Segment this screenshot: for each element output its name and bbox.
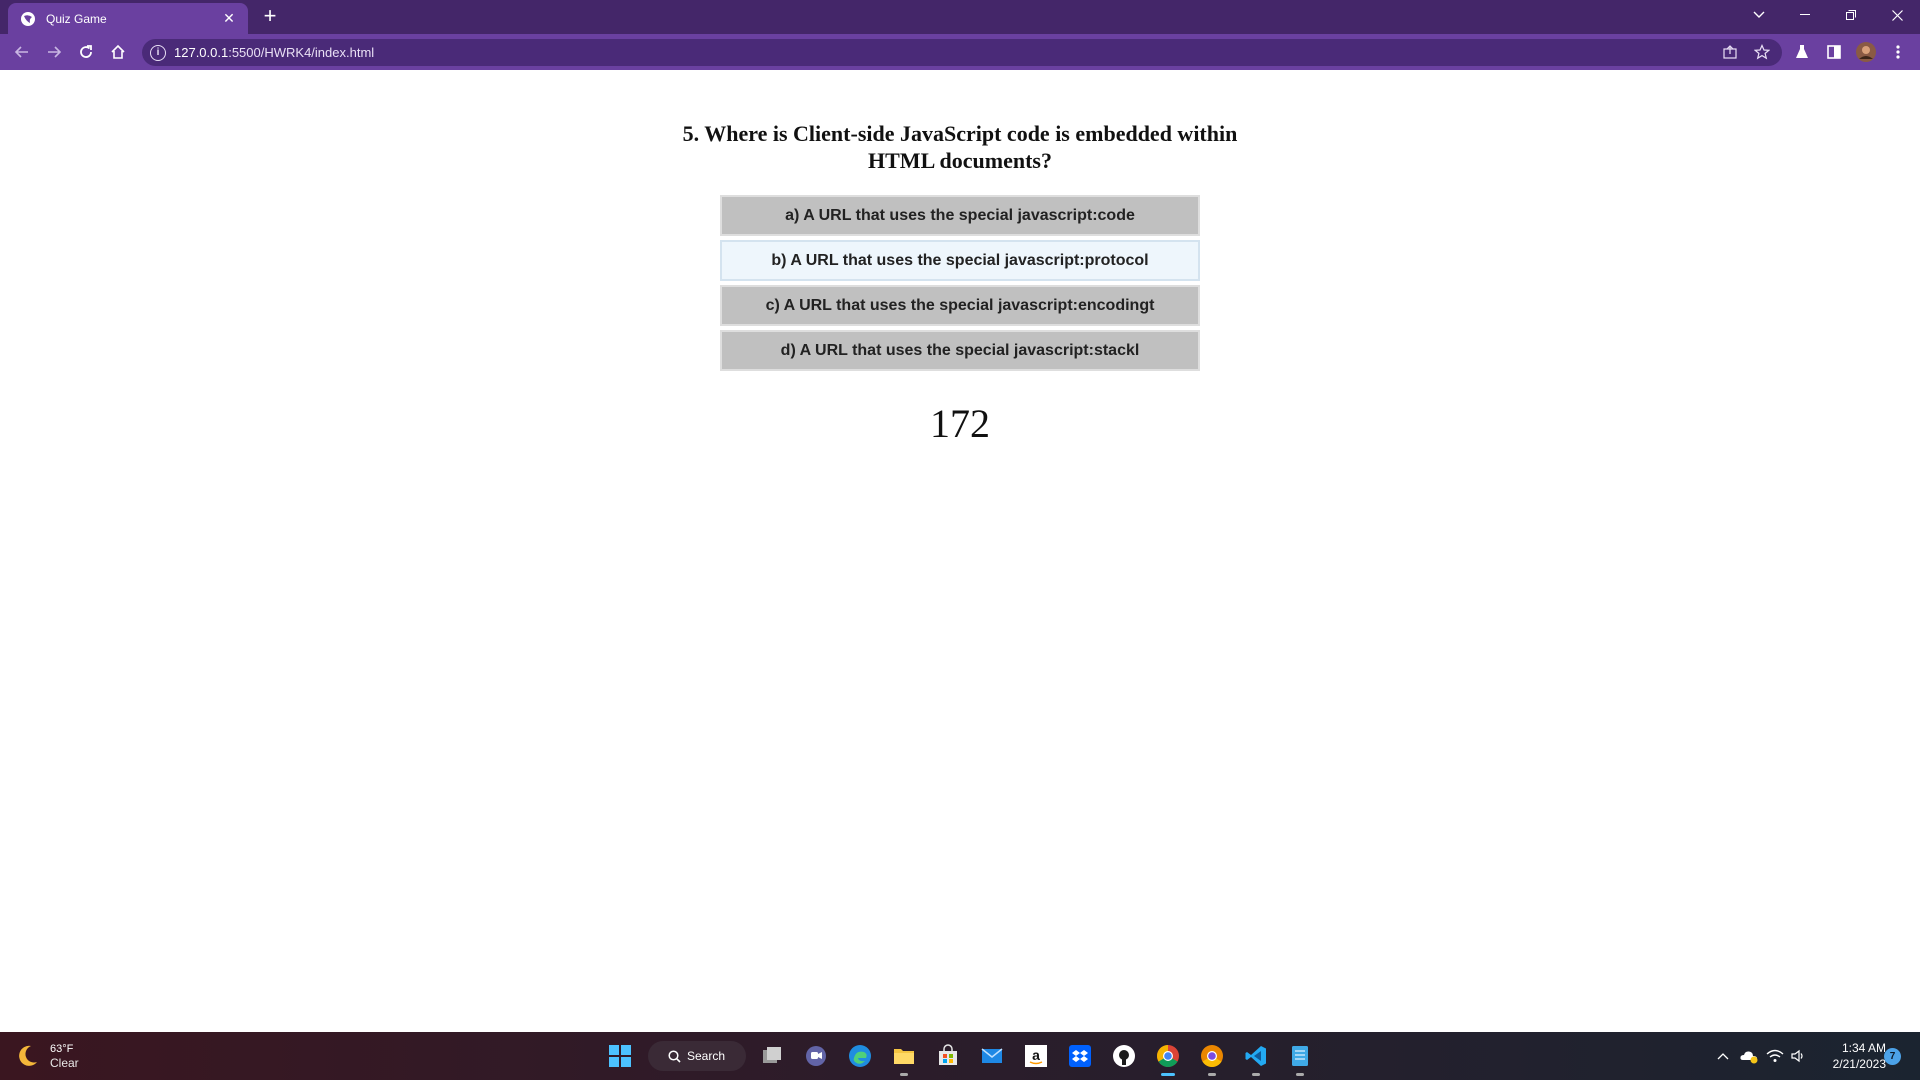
answer-button-d[interactable]: d) A URL that uses the special javascrip… [720,330,1200,371]
weather-temperature: 63°F [50,1042,74,1055]
svg-text:a: a [1032,1047,1040,1063]
file-explorer-icon[interactable] [888,1040,920,1076]
question-text: 5. Where is Client-side JavaScript code … [682,121,1238,173]
search-label: Search [687,1049,726,1063]
tab-search-icon[interactable] [1736,0,1782,30]
answer-list: a) A URL that uses the special javascrip… [720,195,1200,375]
back-icon[interactable] [8,38,36,66]
clock-time: 1:34 AM [1841,1041,1886,1055]
notepad-icon[interactable] [1284,1040,1316,1076]
taskbar-search[interactable]: Search [648,1041,746,1071]
quiz-page: 5. Where is Client-side JavaScript code … [0,70,1920,1032]
running-indicator [1296,1073,1304,1076]
running-indicator [1208,1073,1216,1076]
volume-icon[interactable] [1788,1044,1810,1068]
chrome-canary-icon[interactable] [1196,1040,1228,1076]
clock-date: 2/21/2023 [1832,1057,1886,1071]
system-clock[interactable]: 1:34 AM 2/21/2023 [1810,1040,1886,1072]
extension-icon[interactable] [1788,38,1816,66]
browser-toolbar: i 127.0.0.1:5500/HWRK4/index.html [0,34,1920,70]
profile-avatar-icon[interactable] [1852,38,1880,66]
weather-widget[interactable]: 63°F Clear [14,1038,79,1074]
store-icon[interactable] [932,1040,964,1072]
share-icon[interactable] [1716,38,1744,66]
teams-chat-icon[interactable] [800,1040,832,1072]
browser-tab[interactable]: Quiz Game ✕ [8,3,248,34]
running-indicator [1252,1073,1260,1076]
countdown-timer: 172 [930,401,990,446]
dropbox-icon[interactable] [1064,1040,1096,1072]
reload-icon[interactable] [72,38,100,66]
running-indicator [900,1073,908,1076]
url-host: 127.0.0.1 [174,45,229,60]
weather-condition: Clear [50,1055,79,1070]
forward-icon[interactable] [40,38,68,66]
answer-button-a[interactable]: a) A URL that uses the special javascrip… [720,195,1200,236]
notification-badge[interactable]: 7 [1884,1048,1901,1065]
github-icon[interactable] [1108,1040,1140,1072]
globe-icon [20,11,36,27]
taskbar: 63°F Clear Search a 1:34 AM 2/21/2023 7 [0,1032,1920,1080]
mail-icon[interactable] [976,1040,1008,1072]
bookmark-star-icon[interactable] [1748,38,1776,66]
restore-icon[interactable] [1828,0,1874,30]
address-bar[interactable]: i 127.0.0.1:5500/HWRK4/index.html [142,39,1782,66]
home-icon[interactable] [104,38,132,66]
search-icon [668,1049,681,1063]
moon-icon [19,1045,37,1066]
active-indicator [1161,1073,1175,1076]
edge-icon[interactable] [844,1040,876,1072]
close-window-icon[interactable] [1874,0,1920,30]
amazon-icon[interactable]: a [1020,1040,1052,1072]
site-info-icon[interactable]: i [150,44,166,61]
url-path: :5500/HWRK4/index.html [228,45,375,60]
start-icon[interactable] [604,1040,636,1072]
browser-menu-icon[interactable] [1884,38,1912,66]
task-view-icon[interactable] [756,1040,788,1072]
tab-title: Quiz Game [46,11,107,26]
vscode-icon[interactable] [1240,1040,1272,1076]
answer-button-c[interactable]: c) A URL that uses the special javascrip… [720,285,1200,326]
chrome-icon[interactable] [1152,1040,1184,1076]
show-hidden-icons-icon[interactable] [1714,1044,1732,1068]
minimize-icon[interactable] [1782,0,1828,30]
new-tab-button[interactable]: + [258,5,282,29]
wifi-icon[interactable] [1764,1044,1786,1068]
close-tab-icon[interactable]: ✕ [220,10,238,27]
browser-tab-strip: Quiz Game ✕ + [0,0,1920,34]
onedrive-icon[interactable] [1738,1044,1760,1068]
answer-button-b[interactable]: b) A URL that uses the special javascrip… [720,240,1200,281]
side-panel-icon[interactable] [1820,38,1848,66]
